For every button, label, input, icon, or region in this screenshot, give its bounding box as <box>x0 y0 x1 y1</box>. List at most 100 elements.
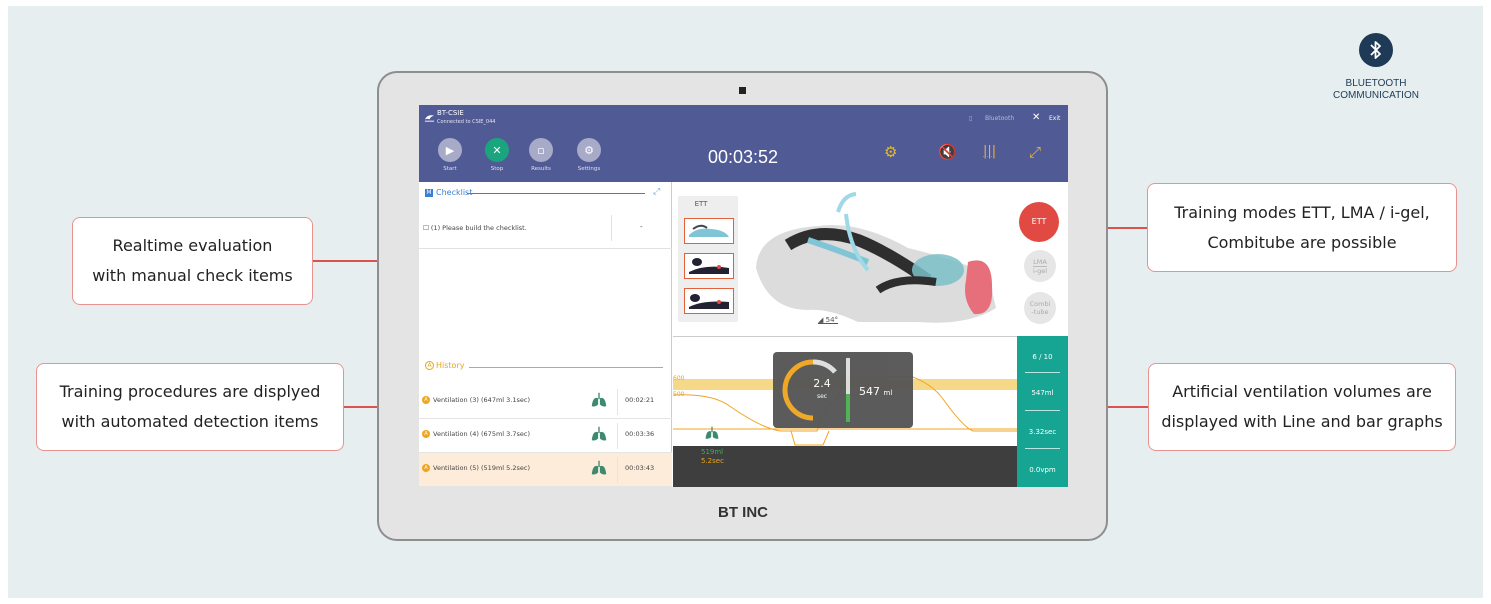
results-button[interactable]: ▫ Results <box>526 138 556 172</box>
fullscreen-icon[interactable]: ⤢ <box>1029 143 1041 161</box>
column-divider <box>617 423 618 449</box>
gauge-seconds-value: 2.4 <box>813 377 831 390</box>
y-axis-label: 600 <box>673 375 685 382</box>
ett-thumbnail[interactable] <box>684 253 734 279</box>
history-item-time: 00:03:36 <box>625 430 655 438</box>
history-icon: A <box>425 361 434 370</box>
checklist-item-text: (1) Please build the checklist. <box>430 224 527 232</box>
callout-text: with manual check items <box>92 266 293 285</box>
gauge-volume-unit: ml <box>883 389 893 397</box>
ett-panel-label: ETT <box>694 200 708 208</box>
mode-lma-label: LMA i-gel <box>1032 257 1048 275</box>
app-title: BT-CSIE <box>437 109 464 117</box>
history-item-text: Ventilation (5) (519ml 5.2sec) <box>433 464 530 472</box>
callout-training-procedures: Training procedures are displyed with au… <box>36 363 344 451</box>
airway-thumbnail-icon <box>689 224 729 237</box>
gauge-seconds: 2.4 sec <box>805 378 839 402</box>
ventilation-volume: 547ml <box>1031 389 1054 397</box>
ett-thumbnail[interactable] <box>684 288 734 314</box>
column-divider <box>617 457 618 483</box>
auto-detect-icon: A <box>422 396 430 404</box>
mode-lma-text: LMA <box>1033 257 1047 266</box>
callout-text: Combitube are possible <box>1207 232 1397 252</box>
history-title: History <box>436 361 465 370</box>
app-logo-icon <box>424 115 435 122</box>
auto-detect-icon: A <box>422 430 430 438</box>
bar-chart-icon[interactable]: ||| <box>983 144 996 159</box>
callout-text: with automated detection items <box>61 412 319 431</box>
stats-divider <box>1025 410 1060 411</box>
ventilation-rate: 0.0vpm <box>1029 466 1056 474</box>
gauge-volume-value: 547 <box>859 385 880 398</box>
history-item-detail: (675ml 3.7sec) <box>481 430 530 438</box>
checklist-item-value: - <box>640 223 643 231</box>
stats-divider <box>1025 372 1060 373</box>
settings-button[interactable]: ⚙ Settings <box>574 138 604 172</box>
auto-detect-icon: A <box>422 464 430 472</box>
callout-realtime-evaluation: Realtime evaluation with manual check it… <box>72 217 313 305</box>
checklist-item: ☐ (1) Please build the checklist. <box>423 224 527 232</box>
callout-text: Artificial ventilation volumes are <box>1172 382 1432 401</box>
stats-panel: 6 / 10 547ml 3.32sec 0.0vpm <box>1017 336 1068 487</box>
document-icon: ▫ <box>529 138 553 162</box>
mode-combitube-button[interactable]: Combi -tube <box>1024 292 1056 324</box>
callout-ventilation-volumes: Artificial ventilation volumes are displ… <box>1148 363 1456 451</box>
head-angle-readout: ◢ 54° <box>818 316 838 324</box>
history-item-label: Ventilation (3) <box>433 396 479 404</box>
mode-combitube-text: -tube <box>1031 308 1049 316</box>
exit-icon[interactable]: ✕ <box>1032 112 1040 123</box>
history-item-text: Ventilation (3) (647ml 3.1sec) <box>433 396 530 404</box>
device-brand: BT INC <box>718 504 768 521</box>
callout-text: displayed with Line and bar graphs <box>1161 412 1443 431</box>
ventilation-time: 3.32sec <box>1028 428 1057 436</box>
bluetooth-label: BLUETOOTH COMMUNICATION <box>1310 78 1442 102</box>
history-item-detail: (519ml 5.2sec) <box>481 464 530 472</box>
gauge-seconds-unit: sec <box>816 393 828 400</box>
stats-divider <box>1025 448 1060 449</box>
history-item-detail: (647ml 3.1sec) <box>481 396 530 404</box>
angle-icon: ◢ <box>818 316 824 324</box>
expand-icon[interactable]: ⤢ <box>653 187 660 197</box>
graph-volume-label: 519ml <box>701 448 724 456</box>
left-panel: M Checklist ⤢ ☐ (1) Please build the che… <box>419 182 672 487</box>
history-row[interactable]: A Ventilation (4) (675ml 3.7sec) 00:03:3… <box>419 419 672 453</box>
history-row-selected[interactable]: A Ventilation (5) (519ml 5.2sec) 00:03:4… <box>419 453 672 487</box>
column-divider <box>617 389 618 415</box>
exit-button[interactable]: Exit <box>1049 115 1060 122</box>
mode-combitube-label: Combi -tube <box>1030 300 1051 316</box>
checklist-divider <box>467 193 645 194</box>
lungs-icon <box>591 392 607 407</box>
connection-status: Connected to CSIE_044 <box>437 119 496 125</box>
bluetooth-label-line: BLUETOOTH <box>1345 78 1407 89</box>
stop-button[interactable]: ✕ Stop <box>482 138 512 172</box>
callout-text: Realtime evaluation <box>112 236 273 255</box>
play-icon: ▶ <box>438 138 462 162</box>
training-view: ETT ETT LMA i-gel Combi -tube ◢ 54° <box>673 182 1068 336</box>
checklist-header: M Checklist <box>425 188 472 197</box>
angle-value: 54° <box>825 316 839 324</box>
mode-ett-button[interactable]: ETT <box>1019 202 1059 242</box>
lungs-icon <box>591 426 607 441</box>
callout-training-modes: Training modes ETT, LMA / i-gel, Combitu… <box>1147 183 1457 272</box>
callout-text: Training procedures are displyed <box>59 382 321 401</box>
bluetooth-icon <box>1359 33 1393 67</box>
history-divider <box>469 367 663 368</box>
user-settings-icon[interactable]: ⚙ <box>884 143 897 161</box>
checklist-row[interactable]: ☐ (1) Please build the checklist. - <box>419 207 672 249</box>
ett-thumbnail[interactable] <box>684 218 734 244</box>
mute-icon[interactable]: 🔇 <box>938 143 957 161</box>
start-button[interactable]: ▶ Start <box>435 138 465 172</box>
graph-footer <box>673 446 1017 487</box>
app-title-block: BT-CSIE Connected to CSIE_044 <box>437 109 495 127</box>
history-item-time: 00:02:21 <box>625 396 655 404</box>
gear-icon: ⚙ <box>577 138 601 162</box>
lungs-icon <box>705 426 719 439</box>
mode-lma-button[interactable]: LMA i-gel <box>1024 250 1056 282</box>
callout-text: Training modes ETT, LMA / i-gel, <box>1174 202 1430 222</box>
ett-thumbnail-panel: ETT <box>678 196 738 322</box>
patient-position-icon <box>689 258 729 274</box>
ventilation-count: 6 / 10 <box>1032 353 1053 361</box>
history-row[interactable]: A Ventilation (3) (647ml 3.1sec) 00:02:2… <box>419 385 672 419</box>
volume-bar <box>846 358 850 422</box>
camera-icon <box>739 87 746 94</box>
